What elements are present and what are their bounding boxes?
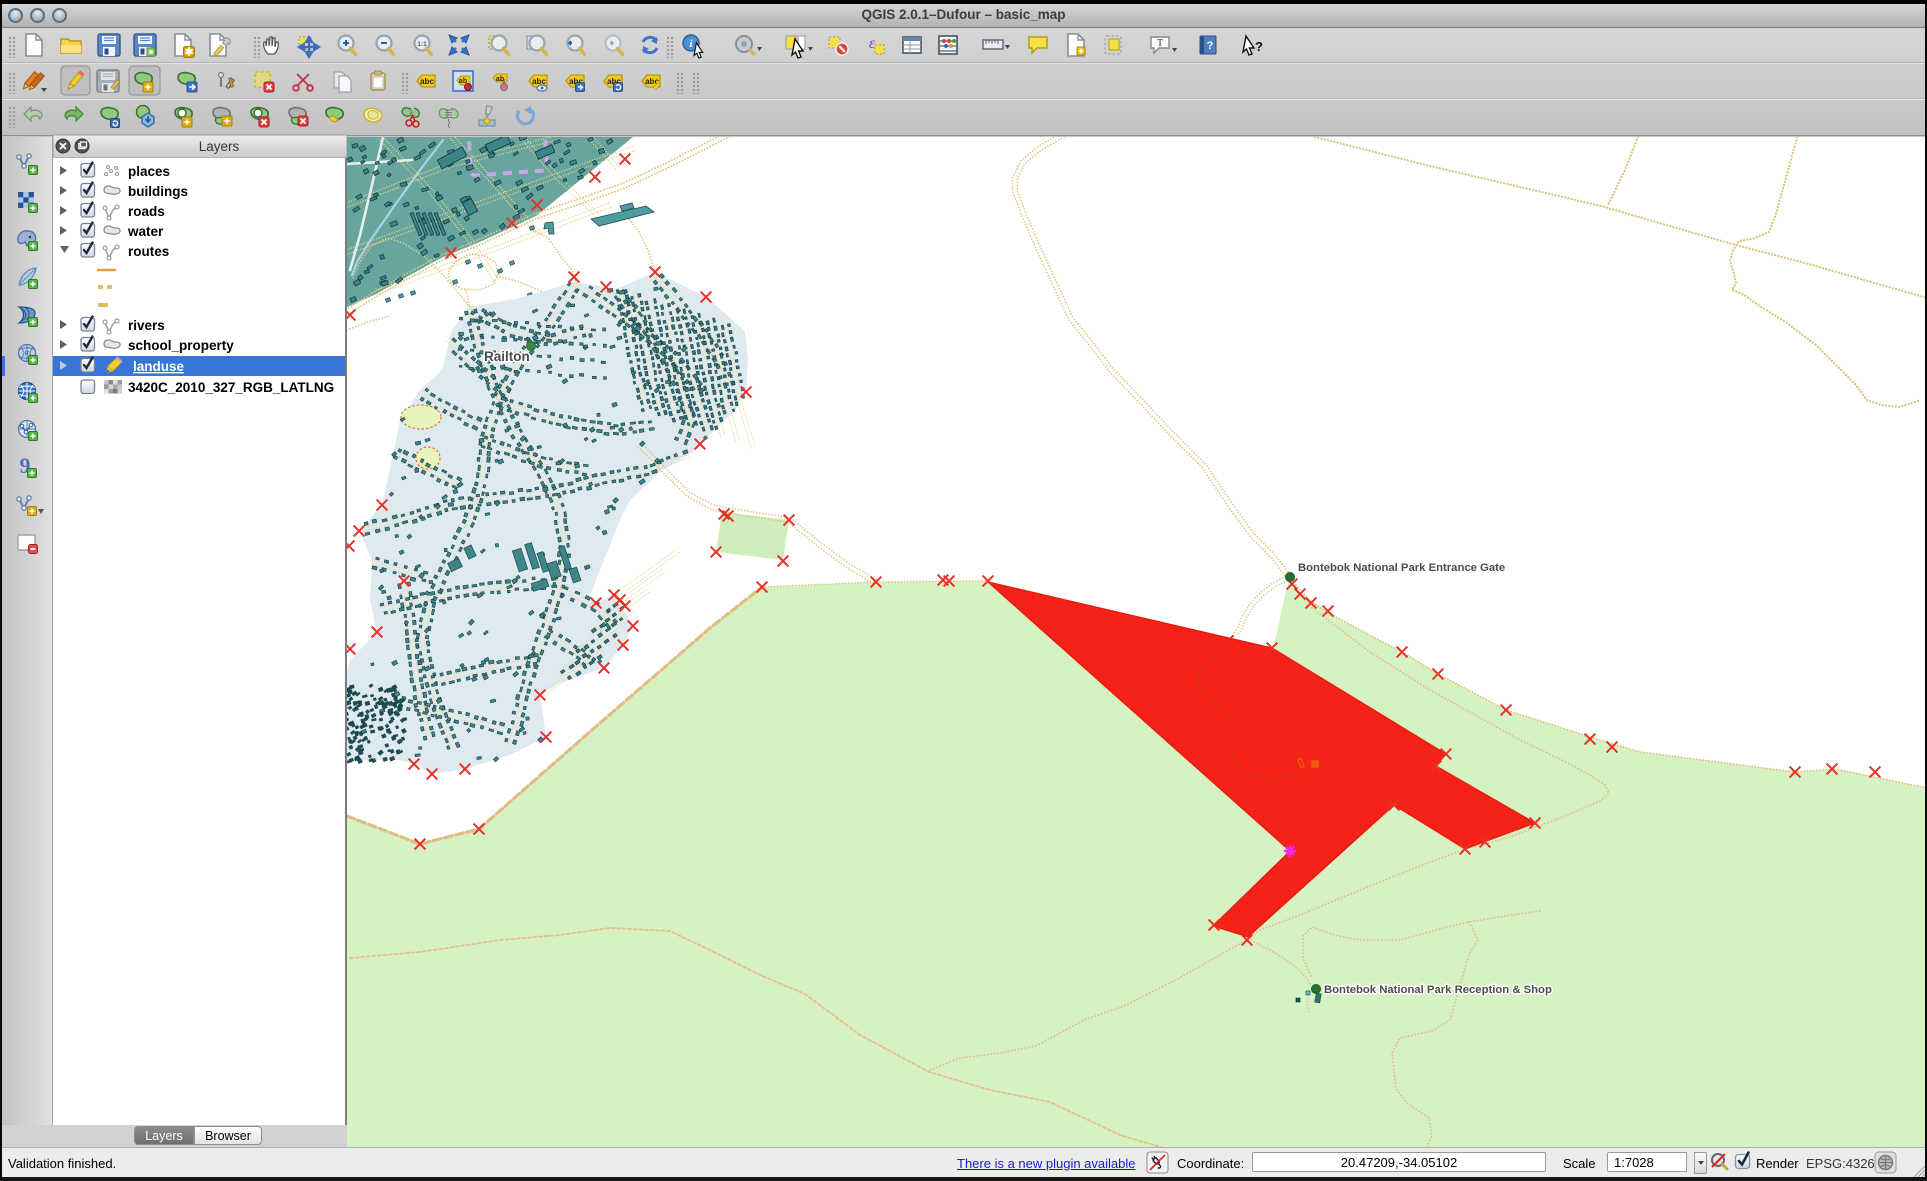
svg-text:ε: ε: [869, 35, 876, 52]
svg-text:✱: ✱: [184, 47, 193, 59]
svg-text:Railton: Railton: [484, 349, 530, 364]
svg-text:places: places: [128, 164, 170, 179]
svg-text:ab: ab: [496, 76, 504, 83]
svg-text:buildings: buildings: [128, 184, 188, 199]
svg-text:1:1: 1:1: [417, 41, 427, 48]
svg-text:abc: abc: [420, 77, 434, 86]
svg-text:rivers: rivers: [128, 318, 165, 333]
svg-text:Layers: Layers: [199, 139, 240, 154]
svg-text:routes: routes: [128, 244, 169, 259]
svg-text:landuse: landuse: [133, 359, 185, 374]
svg-text:T: T: [1157, 38, 1163, 49]
svg-text:school_property: school_property: [128, 338, 234, 353]
svg-text:roads: roads: [128, 204, 165, 219]
svg-text:3420C_2010_327_RGB_LATLNG: 3420C_2010_327_RGB_LATLNG: [128, 380, 334, 395]
svg-text:?: ?: [1207, 40, 1214, 52]
svg-text:water: water: [127, 224, 164, 239]
svg-text:?: ?: [1255, 39, 1263, 54]
svg-text:Bontebok National Park Entranc: Bontebok National Park Entrance Gate: [1298, 562, 1505, 574]
svg-text:Bontebok National Park Recepti: Bontebok National Park Reception & Shop: [1324, 984, 1552, 996]
